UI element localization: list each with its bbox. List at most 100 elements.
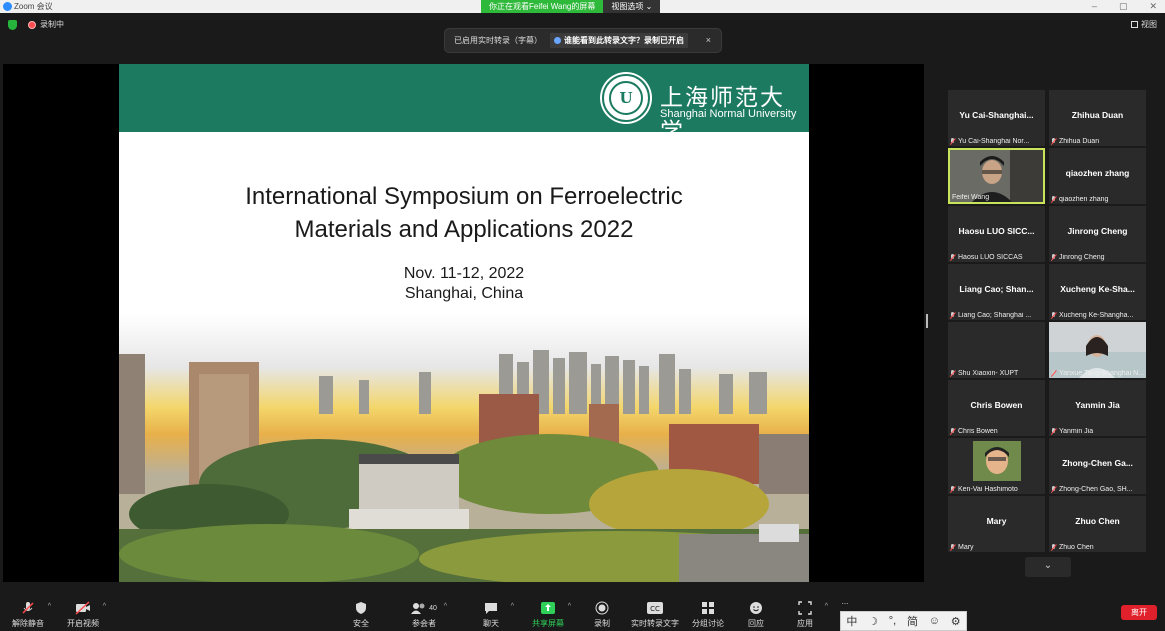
participant-label: Zhuo Chen bbox=[1059, 544, 1094, 551]
live-transcript-button[interactable]: CC 实时转录文字 bbox=[630, 601, 680, 629]
participant-label: Liang Cao; Shanghai ... bbox=[958, 312, 1032, 319]
muted-mic-icon bbox=[1051, 312, 1057, 319]
security-button[interactable]: 安全 bbox=[336, 601, 386, 629]
close-notification-button[interactable]: × bbox=[706, 35, 711, 45]
record-label: 录制 bbox=[594, 619, 610, 628]
more-label: ... bbox=[841, 597, 849, 606]
encryption-shield-icon[interactable] bbox=[8, 20, 17, 30]
view-options-button[interactable]: 视图选项 ⌄ bbox=[603, 0, 661, 13]
participant-display-name: Zhihua Duan bbox=[1071, 110, 1124, 120]
more-button[interactable]: ... bbox=[830, 597, 860, 606]
participant-tile[interactable]: Shu Xiaoxin- XUPT bbox=[948, 322, 1045, 378]
participant-tile[interactable]: qiaozhen zhang qiaozhen zhang bbox=[1049, 148, 1146, 204]
participant-tile[interactable]: Zhuo Chen Zhuo Chen bbox=[1049, 496, 1146, 552]
participant-tile[interactable]: Mary Mary bbox=[948, 496, 1045, 552]
participant-tile[interactable]: Yanmin Jia Yanmin Jia bbox=[1049, 380, 1146, 436]
participant-display-name: Yanmin Jia bbox=[1075, 400, 1120, 410]
security-label: 安全 bbox=[353, 619, 369, 628]
participants-icon bbox=[411, 603, 425, 614]
share-screen-icon bbox=[541, 602, 555, 614]
participant-tile[interactable]: Yanxue Tang-Shanghai N... bbox=[1049, 322, 1146, 378]
gallery-scroll-down-button[interactable]: ⌄ bbox=[1025, 557, 1071, 577]
muted-mic-icon bbox=[950, 138, 956, 145]
slide-header: U 上海师范大学 Shanghai Normal University bbox=[119, 64, 809, 145]
close-window-button[interactable]: ✕ bbox=[1149, 0, 1157, 13]
participant-display-name: Xucheng Ke-Sha... bbox=[1060, 284, 1135, 294]
muted-mic-icon bbox=[950, 312, 956, 319]
chat-icon bbox=[485, 603, 497, 614]
participant-tile[interactable]: Ken-Vai Hashimoto bbox=[948, 438, 1045, 494]
chat-caret-icon[interactable]: ^ bbox=[511, 603, 514, 610]
apps-icon bbox=[798, 601, 812, 615]
ime-chinese-mode-icon[interactable]: 中 bbox=[846, 613, 857, 629]
participant-tile[interactable]: Zhihua Duan Zhihua Duan bbox=[1049, 90, 1146, 146]
participant-label: qiaozhen zhang bbox=[1059, 196, 1109, 203]
participant-tile[interactable]: Xucheng Ke-Sha... Xucheng Ke-Shangha... bbox=[1049, 264, 1146, 320]
ime-emoji-icon[interactable]: ☺ bbox=[929, 615, 940, 627]
panel-resize-handle[interactable] bbox=[926, 314, 928, 328]
event-date: Nov. 11-12, 2022 bbox=[403, 265, 525, 282]
participant-label: Yu Cai-Shanghai Nor... bbox=[958, 138, 1030, 145]
participant-tile[interactable]: Haosu LUO SICC... Haosu LUO SICCAS bbox=[948, 206, 1045, 262]
participant-tile[interactable]: Chris Bowen Chris Bowen bbox=[948, 380, 1045, 436]
chevron-down-icon: ⌄ bbox=[1043, 560, 1053, 571]
muted-mic-icon bbox=[1051, 138, 1057, 145]
muted-mic-icon bbox=[1051, 370, 1057, 377]
participant-display-name: Liang Cao; Shan... bbox=[959, 284, 1034, 294]
view-button[interactable]: 视图 bbox=[1131, 19, 1157, 30]
share-screen-button[interactable]: 共享屏幕 ^ bbox=[523, 601, 573, 629]
audio-options-caret-icon[interactable]: ^ bbox=[48, 603, 51, 610]
minimize-button[interactable]: – bbox=[1092, 0, 1097, 13]
chat-button[interactable]: 聊天 ^ bbox=[466, 601, 516, 629]
participant-label: Zhong-Chen Gao, SH... bbox=[1059, 486, 1133, 493]
participant-display-name: Mary bbox=[986, 516, 1007, 526]
muted-mic-icon bbox=[1051, 544, 1057, 551]
muted-mic-icon bbox=[22, 602, 34, 614]
participant-display-name: Jinrong Cheng bbox=[1067, 226, 1128, 236]
leave-meeting-button[interactable]: 离开 bbox=[1121, 605, 1157, 620]
maximize-button[interactable]: ▢ bbox=[1119, 0, 1128, 13]
apps-button[interactable]: 应用 ^ bbox=[780, 601, 830, 629]
participant-tile[interactable]: Yu Cai-Shanghai... Yu Cai-Shanghai Nor..… bbox=[948, 90, 1045, 146]
apps-caret-icon[interactable]: ^ bbox=[825, 603, 828, 610]
participant-label: Ken-Vai Hashimoto bbox=[958, 486, 1018, 493]
ime-simplified-icon[interactable]: 简 bbox=[907, 613, 918, 629]
muted-mic-icon bbox=[1051, 428, 1057, 435]
video-options-caret-icon[interactable]: ^ bbox=[103, 603, 106, 610]
breakout-rooms-button[interactable]: 分组讨论 bbox=[683, 601, 733, 629]
unmute-button[interactable]: 解除静音 ^ bbox=[3, 601, 53, 629]
ime-settings-icon[interactable]: ⚙ bbox=[951, 615, 961, 628]
participant-label: Jinrong Cheng bbox=[1059, 254, 1105, 261]
participant-tile[interactable]: Jinrong Cheng Jinrong Cheng bbox=[1049, 206, 1146, 262]
unmute-label: 解除静音 bbox=[12, 619, 44, 628]
muted-mic-icon bbox=[1051, 254, 1057, 261]
participant-tile-active-speaker[interactable]: Feifei Wang bbox=[948, 148, 1045, 204]
university-name-en: Shanghai Normal University bbox=[660, 108, 797, 120]
participants-label: 参会者 bbox=[412, 619, 436, 628]
viewing-text: 你正在观看Feifei Wang的屏幕 bbox=[481, 0, 604, 13]
participant-label: Mary bbox=[958, 544, 974, 551]
breakout-rooms-label: 分组讨论 bbox=[692, 619, 724, 628]
participant-tile[interactable]: Liang Cao; Shan... Liang Cao; Shanghai .… bbox=[948, 264, 1045, 320]
participant-label: Xucheng Ke-Shangha... bbox=[1059, 312, 1134, 319]
start-video-button[interactable]: 开启视频 ^ bbox=[58, 601, 108, 629]
participant-tile[interactable]: Zhong-Chen Ga... Zhong-Chen Gao, SH... bbox=[1049, 438, 1146, 494]
participants-caret-icon[interactable]: ^ bbox=[444, 603, 447, 610]
university-seal-icon: U bbox=[602, 74, 650, 122]
seal-inner: U bbox=[609, 81, 643, 115]
participant-display-name: Chris Bowen bbox=[970, 400, 1023, 410]
share-caret-icon[interactable]: ^ bbox=[568, 603, 571, 610]
reactions-button[interactable]: 回应 bbox=[731, 601, 781, 629]
svg-text:CC: CC bbox=[650, 605, 660, 613]
record-button[interactable]: 录制 bbox=[577, 601, 627, 629]
ime-punctuation-icon[interactable]: °, bbox=[889, 615, 896, 627]
meeting-toolbar: 解除静音 ^ 开启视频 ^ 安全 40 参会者 ^ 聊天 ^ 共享屏幕 ^ 录制… bbox=[0, 597, 1165, 631]
participants-button[interactable]: 40 参会者 ^ bbox=[399, 601, 449, 629]
video-off-icon bbox=[75, 601, 90, 615]
recording-icon bbox=[28, 21, 36, 29]
participant-label: Shu Xiaoxin- XUPT bbox=[958, 370, 1019, 377]
record-icon bbox=[595, 601, 609, 615]
ime-moon-icon[interactable]: ☽ bbox=[868, 615, 878, 628]
event-location: Shanghai, China bbox=[404, 285, 524, 302]
transcript-visibility-link[interactable]: 谁能看到此转录文字？录制已开启 bbox=[550, 33, 688, 48]
